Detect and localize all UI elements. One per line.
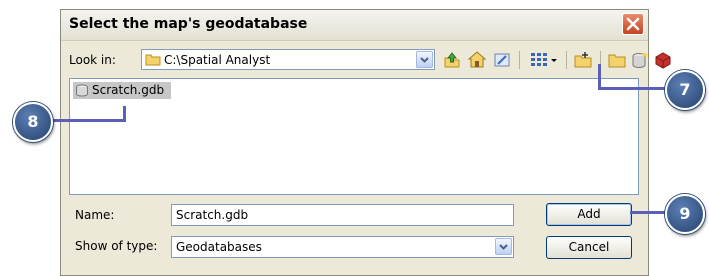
callout-7-leader bbox=[598, 64, 601, 89]
toolbox-icon bbox=[655, 52, 671, 69]
callout-8-leader bbox=[50, 119, 126, 122]
folder-connection-button[interactable] bbox=[492, 50, 512, 70]
add-button[interactable]: Add bbox=[546, 203, 632, 226]
dialog-title: Select the map's geodatabase bbox=[69, 16, 308, 32]
view-menu-button[interactable] bbox=[529, 50, 549, 70]
home-button[interactable] bbox=[467, 50, 487, 70]
callout-badge-7: 7 bbox=[665, 70, 705, 110]
look-in-value: C:\Spatial Analyst bbox=[164, 53, 271, 67]
callout-7-leader bbox=[598, 87, 668, 90]
toolbox-button[interactable] bbox=[653, 50, 673, 70]
look-in-dropdown[interactable]: C:\Spatial Analyst bbox=[141, 49, 435, 70]
callout-9-leader bbox=[630, 211, 670, 214]
file-item-scratch-gdb[interactable]: Scratch.gdb bbox=[73, 82, 171, 99]
show-of-type-dropdown[interactable]: Geodatabases bbox=[171, 236, 514, 258]
file-name: Scratch.gdb bbox=[92, 83, 165, 97]
cancel-button[interactable]: Cancel bbox=[546, 236, 632, 259]
toolbar-separator bbox=[566, 51, 567, 69]
show-of-type-dropdown-arrow[interactable] bbox=[495, 238, 512, 255]
home-icon bbox=[467, 51, 487, 68]
select-geodatabase-dialog: Select the map's geodatabase Look in: C:… bbox=[60, 9, 671, 276]
new-folder-button[interactable] bbox=[607, 50, 627, 70]
connect-folder-icon bbox=[574, 52, 592, 68]
new-geodatabase-button[interactable] bbox=[630, 50, 650, 70]
close-icon bbox=[626, 17, 640, 31]
chevron-down-icon bbox=[420, 57, 429, 63]
new-geodatabase-icon bbox=[632, 52, 648, 68]
callout-8-leader bbox=[123, 106, 126, 121]
look-in-label: Look in: bbox=[69, 53, 116, 67]
geodatabase-icon bbox=[76, 84, 88, 97]
name-label: Name: bbox=[75, 208, 115, 222]
up-one-level-icon bbox=[444, 52, 460, 68]
name-input[interactable]: Scratch.gdb bbox=[171, 204, 514, 226]
chevron-down-icon bbox=[499, 244, 508, 250]
folder-connect-icon bbox=[494, 53, 510, 67]
show-of-type-value: Geodatabases bbox=[176, 240, 262, 254]
close-button[interactable] bbox=[622, 13, 644, 35]
connect-to-folder-button[interactable] bbox=[573, 50, 593, 70]
look-in-dropdown-arrow[interactable] bbox=[416, 51, 433, 68]
show-of-type-label: Show of type: bbox=[75, 239, 158, 253]
view-menu-icon bbox=[531, 53, 547, 66]
toolbar-separator bbox=[519, 51, 520, 69]
callout-badge-8: 8 bbox=[13, 102, 53, 142]
file-list[interactable]: Scratch.gdb bbox=[69, 78, 639, 195]
folder-icon bbox=[145, 54, 161, 66]
view-menu-dropdown[interactable] bbox=[549, 50, 559, 70]
up-one-level-button[interactable] bbox=[442, 50, 462, 70]
title-bar[interactable]: Select the map's geodatabase bbox=[61, 10, 648, 41]
caret-down-icon bbox=[551, 59, 557, 62]
new-folder-icon bbox=[608, 54, 626, 68]
callout-badge-9: 9 bbox=[665, 194, 705, 234]
